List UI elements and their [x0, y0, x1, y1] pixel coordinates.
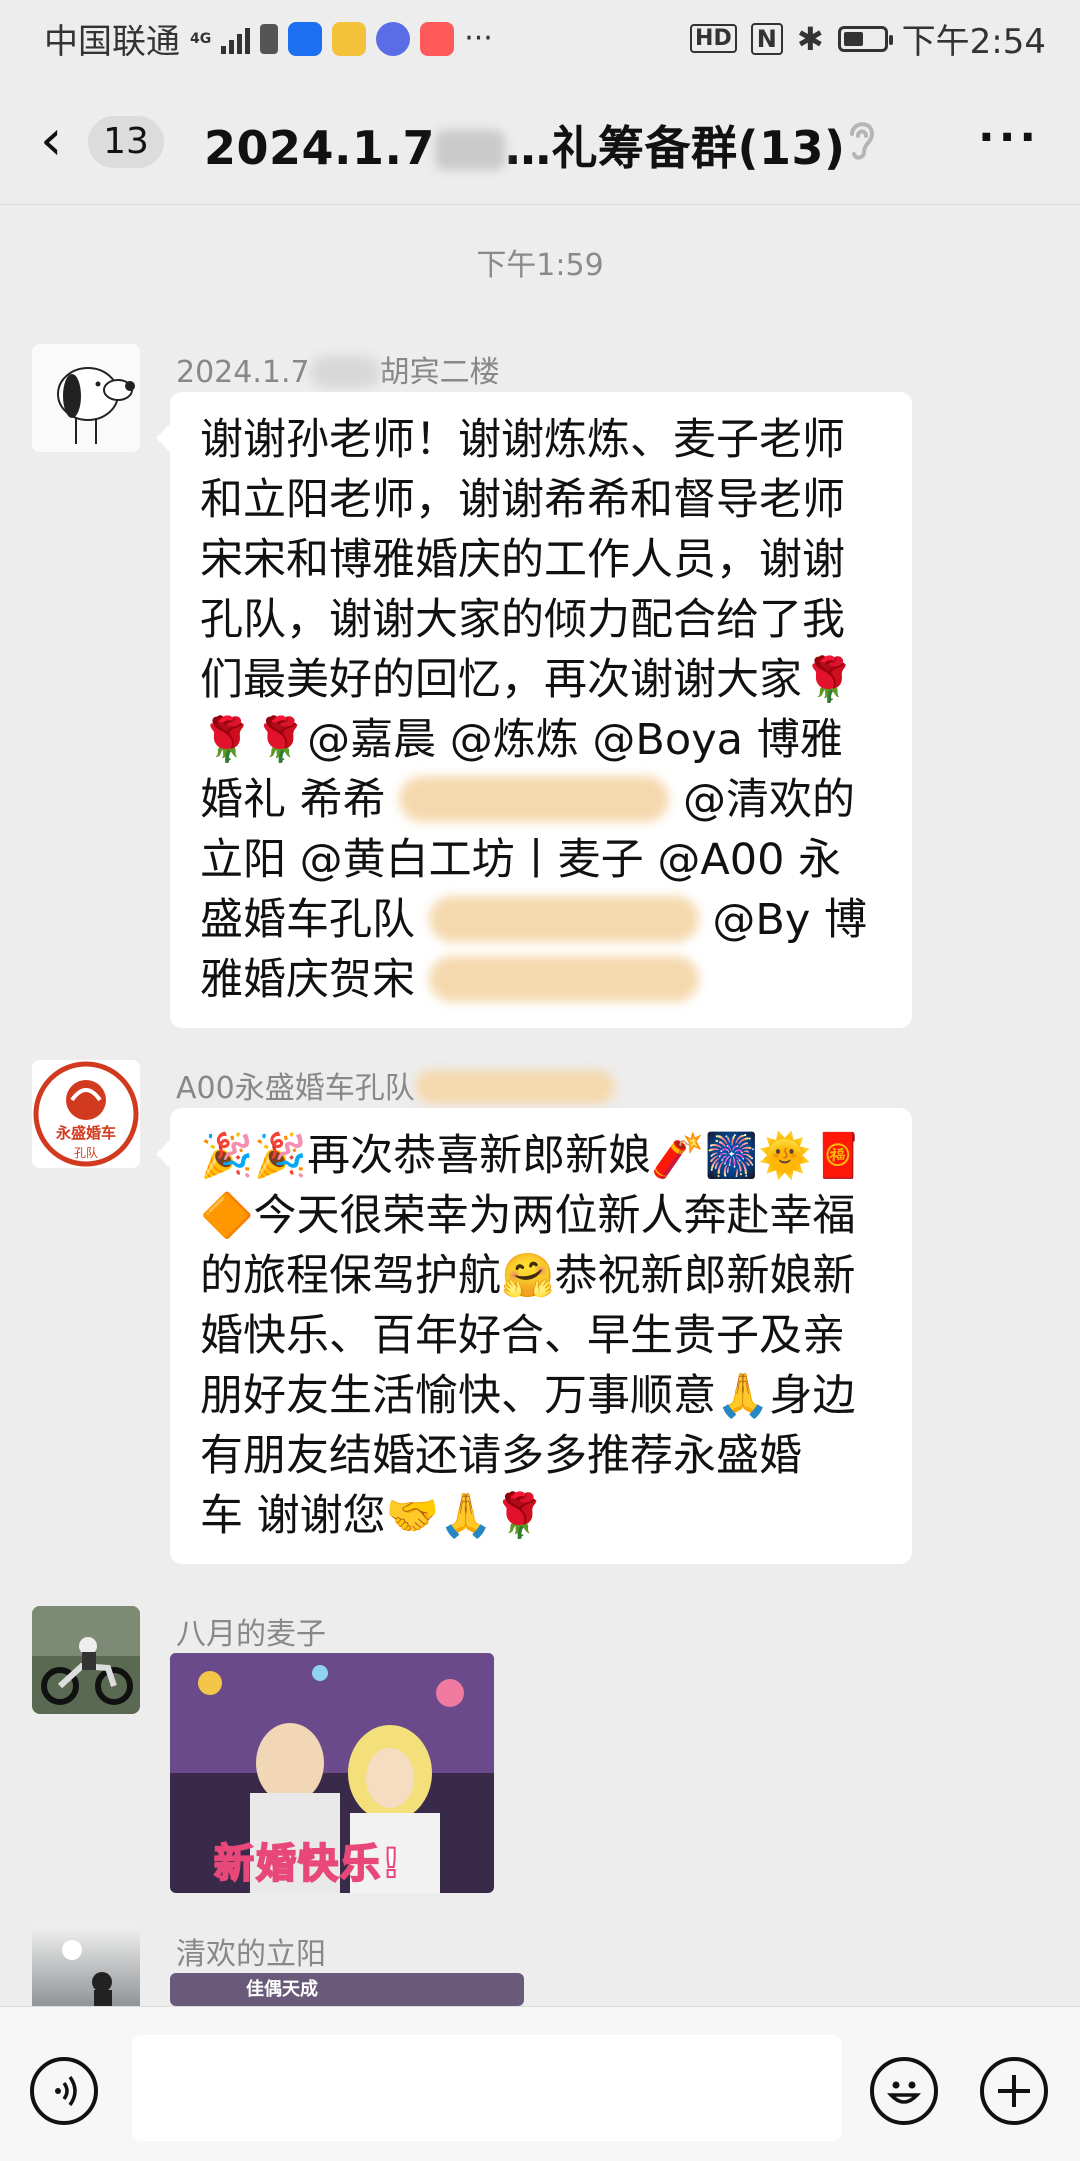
- avatar[interactable]: [32, 1606, 140, 1714]
- nfc-icon: N: [750, 22, 783, 55]
- motorcycle-avatar-icon: [32, 1606, 140, 1714]
- carrier-label: 中国联通: [44, 22, 180, 62]
- avatar[interactable]: 永盛婚车 孔队: [32, 1060, 140, 1168]
- image-message[interactable]: 新婚快乐!: [170, 1653, 494, 1893]
- message-line: 有朋友结婚还请多多推荐永盛婚: [200, 1431, 802, 1481]
- message-line: 们最美好的回忆，再次谢谢大家🌹: [200, 655, 856, 705]
- weibo-icon: [332, 21, 367, 56]
- hd-icon: HD: [690, 24, 737, 53]
- image-caption: 新婚快乐!: [213, 1840, 403, 1888]
- message-line: 🎉🎉再次恭喜新郎新娘🧨🎆🌞🧧: [200, 1131, 866, 1181]
- message-line: 雅婚庆贺宋: [200, 950, 884, 1010]
- message-line: 婚礼 希希 @清欢的: [200, 770, 884, 830]
- message-bubble[interactable]: 谢谢孙老师！谢谢炼炼、麦子老师 和立阳老师，谢谢希希和督导老师 宋宋和博雅婚庆的…: [156, 392, 912, 1028]
- message-line: 孔队，谢谢大家的倾力配合给了我: [200, 595, 845, 645]
- snoopy-avatar-icon: [32, 344, 140, 452]
- unread-count-badge[interactable]: 13: [88, 116, 164, 168]
- message-line: 🌹🌹@嘉晨 @炼炼 @Boya 博雅: [200, 715, 843, 765]
- chat-title: 2024.1.7 …礼筹备群(13): [204, 112, 846, 178]
- message-bubble[interactable]: 🎉🎉再次恭喜新郎新娘🧨🎆🌞🧧 🔶今天很荣幸为两位新人奔赴幸福 的旅程保驾护航🤗恭…: [156, 1108, 912, 1564]
- sender-name-prefix: 2024.1.7: [176, 355, 310, 390]
- image-message[interactable]: 佳偶天成: [170, 1973, 524, 2006]
- image-caption: 佳偶天成: [246, 1979, 318, 2000]
- message-line: 谢谢孙老师！谢谢炼炼、麦子老师: [200, 415, 845, 465]
- redacted-region: [428, 956, 699, 1002]
- status-bar: 中国联通 4G ··· HD N ✱ 下午2:54: [0, 0, 1080, 76]
- tmall-icon: [420, 21, 455, 56]
- message-line: 宋宋和博雅婚庆的工作人员，谢谢: [200, 535, 845, 585]
- sender-name: 2024.1.7 胡宾二楼: [176, 347, 500, 391]
- avatar-logo-text: 永盛婚车: [55, 1124, 116, 1142]
- redacted-region: [309, 356, 380, 388]
- earpiece-mode-icon[interactable]: [836, 114, 888, 166]
- plus-glyph: [998, 2075, 1030, 2107]
- sender-name: A00永盛婚车孔队: [176, 1063, 615, 1107]
- voice-waves-glyph: [55, 2075, 77, 2107]
- sender-name: 清欢的立阳: [176, 1937, 326, 1972]
- chat-title-suffix: …礼筹备群(13): [505, 121, 846, 175]
- smiley-glyph: [886, 2081, 922, 2104]
- message-line: 和立阳老师，谢谢希希和督导老师: [200, 475, 845, 525]
- more-options-button[interactable]: ···: [978, 112, 1040, 163]
- message-line: 车 谢谢您🤝🙏🌹: [200, 1491, 547, 1541]
- redacted-region: [428, 896, 699, 942]
- redacted-region: [399, 776, 670, 822]
- chevron-left-icon[interactable]: ‹: [40, 108, 62, 173]
- chat-header: ‹ 13 2024.1.7 …礼筹备群(13) ···: [0, 80, 1080, 200]
- message-line: 立阳 @黄白工坊丨麦子 @A00 永: [200, 835, 842, 885]
- redacted-region: [414, 1070, 615, 1104]
- message-line-part: 婚礼 希希: [200, 775, 386, 825]
- more-notifications-icon: ···: [464, 21, 493, 56]
- message-line-part: @清欢的: [683, 775, 856, 825]
- avatar[interactable]: [32, 344, 140, 452]
- message-line: 盛婚车孔队 @By 博: [200, 890, 884, 950]
- avatar-logo-subtext: 孔队: [73, 1146, 98, 1160]
- emoji-icon[interactable]: [870, 2057, 938, 2125]
- message-line: 婚快乐、百年好合、早生贵子及亲: [200, 1311, 845, 1361]
- shield-app-icon: [288, 21, 323, 56]
- message-line-part: @By 博: [712, 895, 867, 945]
- header-divider: [0, 204, 1080, 205]
- redacted-region: [435, 130, 505, 170]
- sender-name-text: A00永盛婚车孔队: [176, 1071, 415, 1106]
- battery-saver-icon: [260, 23, 279, 54]
- sender-name-suffix: 胡宾二楼: [379, 355, 500, 390]
- message-line-part: 雅婚庆贺宋: [200, 955, 415, 1005]
- message-timestamp: 下午1:59: [476, 248, 604, 283]
- message-line: 朋好友生活愉快、万事顺意🙏身边: [200, 1371, 856, 1421]
- message-line: 🔶今天很荣幸为两位新人奔赴幸福: [200, 1191, 856, 1241]
- message-input[interactable]: [132, 2035, 842, 2141]
- sender-name: 八月的麦子: [176, 1617, 326, 1652]
- input-bar: [0, 2006, 1080, 2161]
- plus-icon[interactable]: [980, 2057, 1048, 2125]
- message-line: 的旅程保驾护航🤗恭祝新郎新娘新: [200, 1251, 856, 1301]
- message-line-part: 盛婚车孔队: [200, 895, 415, 945]
- status-time: 下午2:54: [901, 22, 1046, 62]
- chat-title-prefix: 2024.1.7: [204, 121, 435, 175]
- bluetooth-icon: ✱: [796, 19, 824, 58]
- music-icon: [376, 21, 411, 56]
- battery-icon: [837, 25, 893, 52]
- voice-input-icon[interactable]: [30, 2057, 98, 2125]
- network-type-label: 4G: [190, 30, 212, 47]
- signal-icon: [221, 24, 251, 54]
